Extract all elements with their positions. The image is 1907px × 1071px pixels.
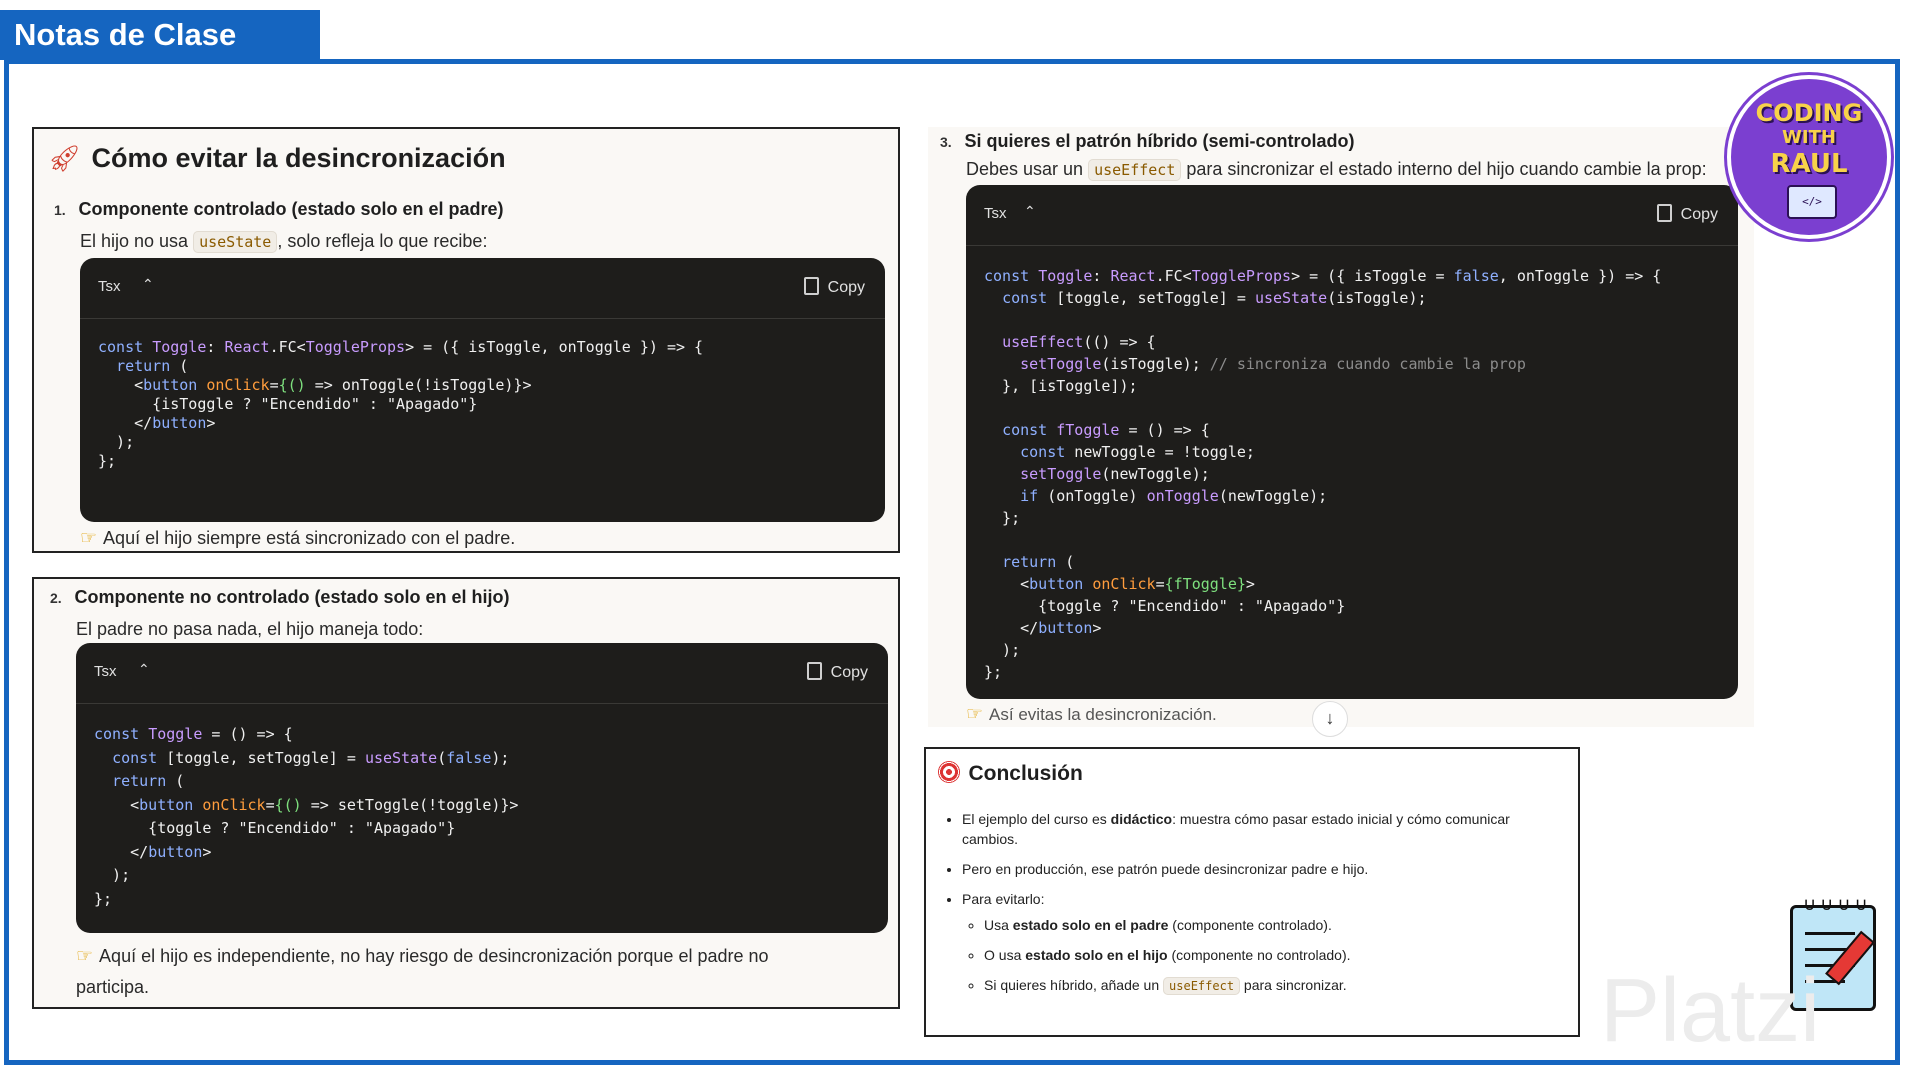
coding-with-raul-logo: CODING WITH RAUL </> [1727,75,1891,239]
item-number: 3. [940,134,952,150]
note: ☞ Aquí el hijo es independiente, no hay r… [76,941,769,1002]
code-content: const Toggle = () => { const [toggle, se… [94,725,519,908]
logo-text: RAUL [1770,149,1848,179]
target-icon [938,761,960,783]
code-block: Tsx ⌃ Copy const Toggle = () => { const … [76,643,888,933]
note-text: Aquí el hijo es independiente, no hay ri… [99,946,769,966]
header-title: Notas de Clase [0,10,320,60]
code-content: const Toggle: React.FC<ToggleProps> = ({… [984,267,1662,681]
code-content: const Toggle: React.FC<ToggleProps> = ({… [98,338,704,470]
code-language: Tsx [98,278,121,295]
note-text: Así evitas la desincronización. [989,705,1217,724]
list-item: Para evitarlo: Usa estado solo en el pad… [962,889,1562,996]
note: ☞ Así evitas la desincronización. [966,703,1217,726]
panel-conclusion: Conclusión El ejemplo del curso es didác… [924,747,1580,1037]
desc-text: , solo refleja lo que recibe: [277,231,488,251]
note: ☞ Aquí el hijo siempre está sincronizado … [80,527,515,550]
list-item: El ejemplo del curso es didáctico: muest… [962,809,1562,849]
list-item: O usa estado solo en el hijo (componente… [984,945,1562,965]
copy-label: Copy [830,664,868,681]
copy-button[interactable]: Copy [806,662,868,682]
logo-text: CODING [1755,99,1863,127]
code-block: Tsx ⌃ Copy const Toggle: React.FC<Toggle… [966,185,1738,699]
item-heading: Componente no controlado (estado solo en… [74,587,510,607]
copy-label: Copy [827,279,865,296]
copy-icon [1656,204,1672,222]
arrow-down-icon[interactable]: ↓ [1312,701,1348,737]
item-number: 2. [50,590,62,606]
conclusion-list: El ejemplo del curso es didáctico: muest… [932,809,1562,996]
note-text: participa. [76,977,150,997]
inline-code: useState [193,231,278,253]
chevron-up-icon[interactable]: ⌃ [1024,203,1036,220]
code-language: Tsx [94,663,117,680]
panel-uncontrolled: 2. Componente no controlado (estado solo… [32,577,900,1009]
pointing-hand-icon: ☞ [966,704,984,725]
chevron-up-icon[interactable]: ⌃ [138,661,150,678]
code-block: Tsx ⌃ Copy const Toggle: React.FC<Toggle… [80,258,885,522]
copy-button[interactable]: Copy [1656,204,1718,224]
copy-icon [803,277,819,295]
inline-code: useEffect [1163,977,1241,995]
desc-text: para sincronizar el estado interno del h… [1181,159,1707,179]
item-description: Debes usar un useEffect para sincronizar… [966,159,1707,181]
note-text: Aquí el hijo siempre está sincronizado c… [103,528,516,548]
copy-icon [806,662,822,680]
list-item: Si quieres híbrido, añade un useEffect p… [984,975,1562,996]
code-language: Tsx [984,205,1007,222]
item-description: El padre no pasa nada, el hijo maneja to… [76,619,424,639]
pointing-hand-icon: ☞ [76,946,94,967]
code-header: Tsx ⌃ Copy [80,258,885,319]
desc-text: Debes usar un [966,159,1089,179]
rocket-icon: 🚀︎ [48,143,82,173]
inline-code: useEffect [1088,159,1182,181]
code-header: Tsx ⌃ Copy [76,643,888,704]
platzi-watermark: Platzi [1600,961,1821,1061]
panel-controlled: 🚀︎ Cómo evitar la desincronización 1. Co… [32,127,900,553]
section-title-text: Cómo evitar la desincronización [91,143,506,173]
pointing-hand-icon: ☞ [80,528,98,549]
conclusion-title: Conclusión [968,762,1083,785]
pencil-icon [1825,930,1875,986]
copy-label: Copy [1680,206,1718,223]
logo-text: WITH [1782,127,1836,148]
item-heading: Componente controlado (estado solo en el… [78,199,504,219]
item-heading: Si quieres el patrón híbrido (semi-contr… [964,131,1355,151]
item-number: 1. [54,202,66,218]
item-description: El hijo no usa useState, solo refleja lo… [80,231,488,253]
chevron-up-icon[interactable]: ⌃ [142,276,154,293]
desc-text: El hijo no usa [80,231,194,251]
panel-hybrid: 3. Si quieres el patrón híbrido (semi-co… [928,127,1754,737]
list-item: Usa estado solo en el padre (componente … [984,915,1562,935]
copy-button[interactable]: Copy [803,277,865,297]
code-window-icon: </> [1787,185,1837,219]
section-title: 🚀︎ Cómo evitar la desincronización [48,143,506,174]
list-item: Pero en producción, ese patrón puede des… [962,859,1562,879]
code-header: Tsx ⌃ Copy [966,185,1738,246]
